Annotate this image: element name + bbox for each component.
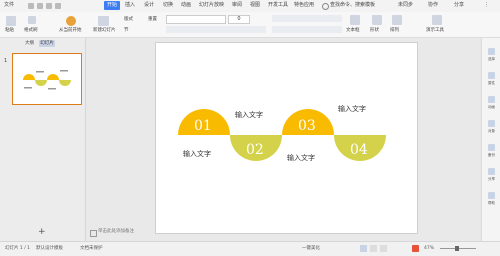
caption-2[interactable]: 输入文字 bbox=[338, 104, 366, 114]
panel-animation[interactable]: 动画 bbox=[486, 105, 497, 110]
arrange-icon[interactable] bbox=[392, 15, 402, 25]
animation-icon[interactable] bbox=[488, 96, 495, 103]
new-slide-icon[interactable] bbox=[98, 16, 109, 26]
object-icon[interactable] bbox=[488, 120, 495, 127]
paste-icon[interactable] bbox=[6, 16, 16, 26]
collab-button[interactable]: 协作 bbox=[428, 2, 438, 9]
notes-icon bbox=[90, 230, 97, 237]
number-04: 04 bbox=[350, 142, 368, 158]
font-size-select[interactable]: 0 bbox=[228, 15, 250, 24]
text-box-label[interactable]: 文本框 bbox=[346, 28, 360, 34]
reading-view-icon[interactable] bbox=[380, 245, 387, 252]
shape-label[interactable]: 形状 bbox=[370, 28, 379, 34]
redo-icon[interactable] bbox=[55, 3, 61, 9]
new-slide-label[interactable]: 新建幻灯片 bbox=[93, 28, 116, 34]
shape-icon[interactable] bbox=[372, 15, 382, 25]
panel-select[interactable]: 选择 bbox=[486, 57, 497, 62]
tab-review[interactable]: 审阅 bbox=[232, 2, 242, 9]
number-02: 02 bbox=[246, 142, 264, 158]
protect-status[interactable]: 文档未保护 bbox=[80, 246, 103, 252]
search-icon[interactable] bbox=[322, 3, 329, 10]
tab-outline[interactable]: 大纲 bbox=[25, 41, 34, 47]
arrange-label[interactable]: 排列 bbox=[390, 28, 399, 34]
caption-1[interactable]: 输入文字 bbox=[235, 110, 263, 120]
backup-icon[interactable] bbox=[488, 144, 495, 151]
sorter-view-icon[interactable] bbox=[370, 245, 377, 252]
play-from-current-label[interactable]: 从当前开始 bbox=[59, 28, 82, 34]
number-01: 01 bbox=[194, 118, 212, 134]
slide-canvas[interactable]: 01 02 03 04 输入文字 输入文字 输入文字 输入文字 bbox=[155, 42, 418, 234]
tab-slideshow[interactable]: 幻灯片放映 bbox=[199, 2, 224, 9]
paragraph-row[interactable] bbox=[272, 15, 342, 22]
layout-button[interactable]: 版式 bbox=[124, 17, 133, 23]
tab-design[interactable]: 设计 bbox=[144, 2, 154, 9]
slide-info: 幻灯片 1 / 1 bbox=[5, 246, 31, 251]
share-icon[interactable] bbox=[488, 168, 495, 175]
notes-placeholder[interactable]: 单击此处添加备注 bbox=[98, 229, 134, 235]
presenter-tools-icon[interactable] bbox=[432, 15, 442, 25]
slide-panel: 大纲 幻灯片 1 + bbox=[0, 38, 86, 241]
help-icon[interactable] bbox=[488, 192, 495, 199]
ribbon-toolbar: 粘贴 格式刷 从当前开始 新建幻灯片 版式 节 重置 0 文本框 形状 排列 演… bbox=[0, 12, 500, 38]
beautify-button[interactable]: 一键美化 bbox=[302, 246, 320, 252]
caption-4[interactable]: 输入文字 bbox=[287, 153, 315, 163]
tab-insert[interactable]: 插入 bbox=[125, 2, 135, 9]
presenter-tools-label[interactable]: 演示工具 bbox=[426, 28, 444, 34]
thumb-number: 1 bbox=[4, 58, 8, 64]
section-button[interactable]: 节 bbox=[124, 28, 129, 34]
theme-name[interactable]: 默认设计模板 bbox=[36, 246, 63, 252]
tab-developer[interactable]: 开发工具 bbox=[268, 2, 288, 9]
tab-home[interactable]: 开始 bbox=[104, 1, 120, 10]
panel-backup[interactable]: 备份 bbox=[486, 153, 497, 158]
reset-button[interactable]: 重置 bbox=[148, 17, 157, 23]
format-painter-icon[interactable] bbox=[28, 16, 36, 24]
play-from-current-icon[interactable] bbox=[66, 16, 76, 26]
normal-view-icon[interactable] bbox=[360, 245, 367, 252]
play-icon[interactable] bbox=[412, 245, 419, 252]
tab-transition[interactable]: 切换 bbox=[163, 2, 173, 9]
select-icon[interactable] bbox=[488, 48, 495, 55]
tab-special[interactable]: 特色应用 bbox=[294, 2, 314, 9]
tab-slides[interactable]: 幻灯片 bbox=[39, 40, 55, 47]
text-box-icon[interactable] bbox=[350, 15, 360, 25]
search-box[interactable]: 查找命令、搜索模板 bbox=[330, 2, 375, 9]
undo-icon[interactable] bbox=[46, 3, 52, 9]
file-menu[interactable]: 文件 bbox=[4, 2, 14, 9]
tab-view[interactable]: 视图 bbox=[250, 2, 260, 9]
font-format-row[interactable] bbox=[166, 26, 266, 33]
status-bar: 幻灯片 1 / 1 默认设计模板 文档未保护 一键美化 47% bbox=[0, 241, 500, 256]
number-03: 03 bbox=[298, 118, 316, 134]
tab-animation[interactable]: 动画 bbox=[181, 2, 191, 9]
right-task-panel: 选择 属性 动画 对象 备份 分享 帮助 bbox=[481, 38, 500, 241]
sync-status[interactable]: 未同步 bbox=[398, 2, 413, 9]
wave-graphic: 01 02 03 04 bbox=[178, 109, 386, 161]
share-button[interactable]: 分享 bbox=[454, 2, 464, 9]
caption-3[interactable]: 输入文字 bbox=[183, 149, 211, 159]
align-row[interactable] bbox=[272, 26, 342, 33]
format-painter-label[interactable]: 格式刷 bbox=[24, 28, 38, 34]
font-name-select[interactable] bbox=[166, 15, 226, 24]
panel-help[interactable]: 帮助 bbox=[486, 201, 497, 206]
more-icon[interactable]: ⋮ bbox=[484, 2, 489, 9]
save-icon[interactable] bbox=[28, 3, 34, 9]
thumbnail-graphic bbox=[23, 70, 71, 90]
zoom-level[interactable]: 47% bbox=[424, 246, 434, 252]
slide-thumbnail[interactable] bbox=[12, 53, 82, 105]
properties-icon[interactable] bbox=[488, 72, 495, 79]
panel-object[interactable]: 对象 bbox=[486, 129, 497, 134]
panel-share[interactable]: 分享 bbox=[486, 177, 497, 182]
print-icon[interactable] bbox=[37, 3, 43, 9]
zoom-thumb[interactable] bbox=[455, 246, 459, 251]
panel-properties[interactable]: 属性 bbox=[486, 81, 497, 86]
paste-label[interactable]: 粘贴 bbox=[5, 28, 14, 34]
add-slide-button[interactable]: + bbox=[38, 228, 46, 237]
